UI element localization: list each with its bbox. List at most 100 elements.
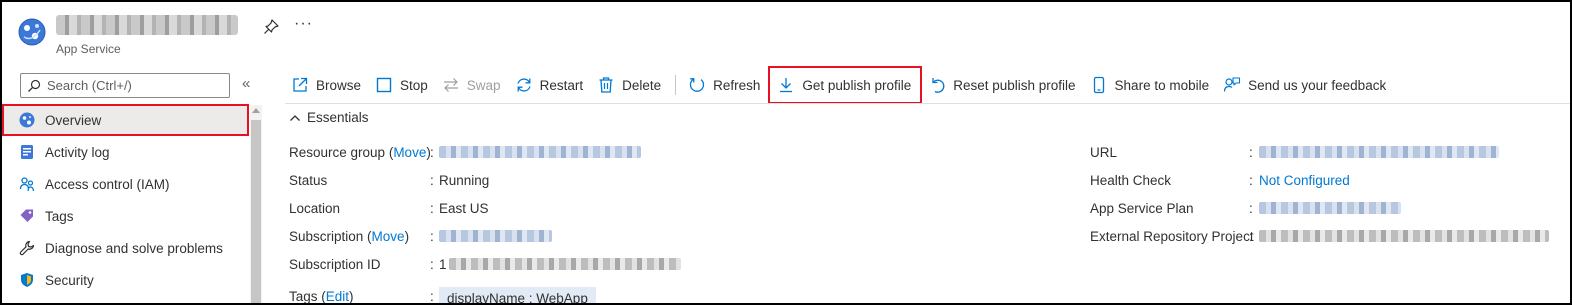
url-row: URL : <box>1090 138 1560 166</box>
sidebar-item-label: Security <box>45 272 94 288</box>
app-service-plan-value[interactable] <box>1259 202 1401 214</box>
app-service-plan-row: App Service Plan : <box>1090 194 1560 222</box>
sidebar-item-label: Activity log <box>45 144 110 160</box>
search-input[interactable] <box>47 78 227 93</box>
health-check-value[interactable]: Not Configured <box>1259 173 1350 188</box>
delete-label: Delete <box>622 77 662 93</box>
url-label: URL <box>1090 144 1118 160</box>
external-repo-label: External Repository Project <box>1090 228 1254 244</box>
swap-button[interactable]: Swap <box>436 66 509 104</box>
search-icon <box>28 79 41 92</box>
external-repo-row: External Repository Project : <box>1090 222 1560 250</box>
location-label: Location <box>289 200 341 216</box>
reset-publish-profile-button[interactable]: Reset publish profile <box>922 66 1083 104</box>
status-row: Status : Running <box>289 172 490 188</box>
share-to-mobile-label: Share to mobile <box>1114 77 1210 93</box>
send-feedback-button[interactable]: Send us your feedback <box>1217 66 1394 104</box>
location-row: Location : East US <box>289 200 489 216</box>
essentials-left-column: Resource group (Move) : Status : Running… <box>289 138 709 304</box>
move-resource-group-link[interactable]: Move <box>393 145 426 160</box>
restart-icon <box>516 78 531 92</box>
subscription-id-label: Subscription ID <box>289 256 381 272</box>
stop-label: Stop <box>400 77 428 93</box>
sidebar-item-activity-log[interactable]: Activity log <box>2 136 249 168</box>
trash-icon <box>599 77 613 93</box>
subscription-label: Subscription (Move) <box>289 228 410 244</box>
sidebar-item-label: Diagnose and solve problems <box>45 240 223 256</box>
url-value[interactable] <box>1259 146 1499 158</box>
sidebar-scrollbar[interactable] <box>250 105 262 303</box>
sidebar-item-tags[interactable]: Tags <box>2 200 249 232</box>
share-to-mobile-button[interactable]: Share to mobile <box>1084 66 1218 104</box>
tags-label: Tags (Edit) <box>289 288 354 304</box>
sidebar-search[interactable] <box>20 73 230 98</box>
essentials-title: Essentials <box>307 110 369 125</box>
iam-icon <box>18 175 36 193</box>
health-check-label: Health Check <box>1090 172 1172 188</box>
tags-row: Tags (Edit) : displayName : WebApp <box>289 282 709 304</box>
essentials-toggle[interactable]: Essentials <box>289 110 369 125</box>
swap-label: Swap <box>466 77 501 93</box>
scroll-up-arrow-icon[interactable] <box>252 108 260 113</box>
sidebar-item-label: Tags <box>45 208 74 224</box>
undo-icon <box>932 78 945 93</box>
edit-tags-link[interactable]: Edit <box>326 289 349 304</box>
sidebar-item-label: Access control (IAM) <box>45 176 170 192</box>
subscription-id-row: Subscription ID : 1 <box>289 250 709 278</box>
open-external-icon <box>293 77 308 92</box>
browse-label: Browse <box>316 77 362 93</box>
pin-icon[interactable] <box>262 18 280 36</box>
command-bar: Browse Stop Swap Restart Delete Refresh … <box>285 66 1394 104</box>
sidebar-item-label: Overview <box>45 112 102 128</box>
app-service-logo-icon <box>18 18 46 46</box>
status-value: Running <box>439 172 490 188</box>
refresh-label: Refresh <box>713 77 761 93</box>
app-window: App Service ··· « Overview Activity log <box>0 0 1572 305</box>
scrollbar-thumb[interactable] <box>251 120 261 303</box>
download-icon <box>780 78 793 93</box>
location-value: East US <box>439 200 489 216</box>
resource-group-label: Resource group (Move) <box>289 144 431 160</box>
resource-type: App Service <box>56 42 121 56</box>
resource-name-redacted <box>56 15 238 35</box>
tag-icon <box>18 207 36 225</box>
feedback-icon <box>1224 77 1241 92</box>
get-publish-profile-label: Get publish profile <box>802 77 912 93</box>
sidebar-item-security[interactable]: Security <box>2 264 249 296</box>
chevron-up-icon <box>290 114 300 121</box>
send-feedback-label: Send us your feedback <box>1248 77 1387 93</box>
sidebar-nav: Overview Activity log Access control (IA… <box>2 104 249 296</box>
reset-publish-profile-label: Reset publish profile <box>953 77 1076 93</box>
toolbar-separator <box>675 75 677 95</box>
external-repo-value <box>1259 230 1549 242</box>
refresh-icon <box>689 78 705 92</box>
subscription-value[interactable] <box>439 230 552 242</box>
restart-label: Restart <box>539 77 584 93</box>
app-service-icon <box>18 111 36 129</box>
more-actions-icon[interactable]: ··· <box>294 15 313 33</box>
delete-button[interactable]: Delete <box>591 66 669 104</box>
sidebar-item-diagnose[interactable]: Diagnose and solve problems <box>2 232 249 264</box>
resource-header: App Service ··· <box>18 14 313 62</box>
collapse-sidebar-button[interactable]: « <box>242 75 250 92</box>
sidebar-item-access-control[interactable]: Access control (IAM) <box>2 168 249 200</box>
refresh-button[interactable]: Refresh <box>682 66 768 104</box>
tag-chip[interactable]: displayName : WebApp <box>439 287 596 303</box>
resource-group-value[interactable] <box>439 146 641 158</box>
swap-icon <box>443 78 458 92</box>
sidebar-item-overview[interactable]: Overview <box>2 104 249 136</box>
toolbar-divider <box>285 103 1570 104</box>
essentials-right-column: URL : Health Check : Not Configured App … <box>1090 138 1560 250</box>
move-subscription-link[interactable]: Move <box>372 229 405 244</box>
subscription-id-value: 1 <box>439 257 681 272</box>
stop-button[interactable]: Stop <box>369 66 436 104</box>
wrench-icon <box>18 239 36 257</box>
mobile-phone-icon <box>1093 76 1104 94</box>
get-publish-profile-button[interactable]: Get publish profile <box>768 66 923 104</box>
restart-button[interactable]: Restart <box>509 66 592 104</box>
app-service-plan-label: App Service Plan <box>1090 200 1194 216</box>
subscription-row: Subscription (Move) : <box>289 222 709 250</box>
browse-button[interactable]: Browse <box>285 66 369 104</box>
activity-log-icon <box>18 143 36 161</box>
stop-icon <box>376 77 392 93</box>
